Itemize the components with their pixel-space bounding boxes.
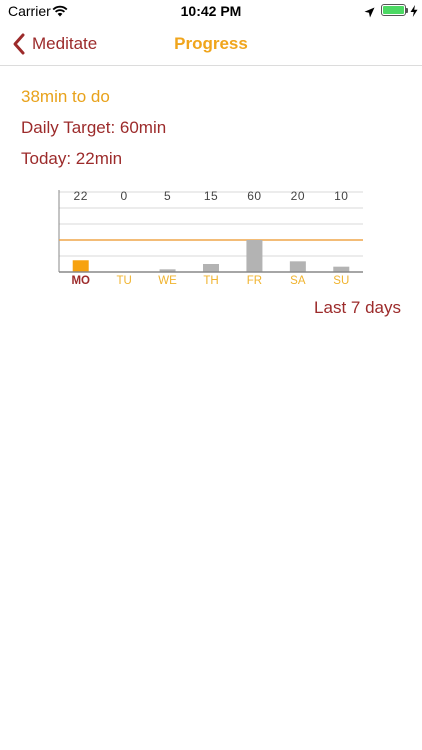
location-arrow-icon: [364, 5, 375, 23]
bar-mo: [72, 260, 89, 272]
minutes-to-do: 38min to do: [21, 87, 110, 106]
day-label-sa: SA: [290, 275, 306, 287]
bar-th: [203, 264, 219, 272]
day-label-mo: MO: [71, 275, 90, 287]
today-minutes: Today: 22min: [21, 149, 123, 168]
battery-icon: [381, 4, 406, 16]
bar-sa: [289, 261, 306, 272]
weekly-progress-chart: 22 MO 0 TU 5 WE 15 TH 60 FR 20 SA 10 SU: [58, 189, 363, 287]
value-label: 10: [334, 189, 348, 203]
value-label: 0: [121, 189, 128, 203]
status-bar: Carrier 10:42 PM: [0, 0, 422, 24]
page-title: Progress: [174, 34, 248, 53]
day-label-su: SU: [333, 275, 349, 287]
clock: 10:42 PM: [180, 3, 242, 19]
daily-target: Daily Target: 60min: [21, 118, 167, 137]
day-label-th: TH: [203, 275, 218, 287]
value-label: 5: [164, 189, 171, 203]
battery-tip: [406, 8, 408, 13]
bar-fr: [246, 240, 263, 272]
period-label: Last 7 days: [314, 298, 401, 317]
battery-level: [383, 6, 404, 14]
charging-bolt-icon: [410, 4, 418, 22]
value-label: 22: [74, 189, 88, 203]
value-label: 20: [291, 189, 305, 203]
day-label-we: WE: [158, 275, 177, 287]
day-label-tu: TU: [116, 275, 131, 287]
navigation-bar: Meditate Progress: [0, 24, 422, 66]
bar-su: [333, 266, 350, 272]
value-label: 60: [247, 189, 261, 203]
day-label-fr: FR: [247, 275, 262, 287]
value-label: 15: [204, 189, 218, 203]
